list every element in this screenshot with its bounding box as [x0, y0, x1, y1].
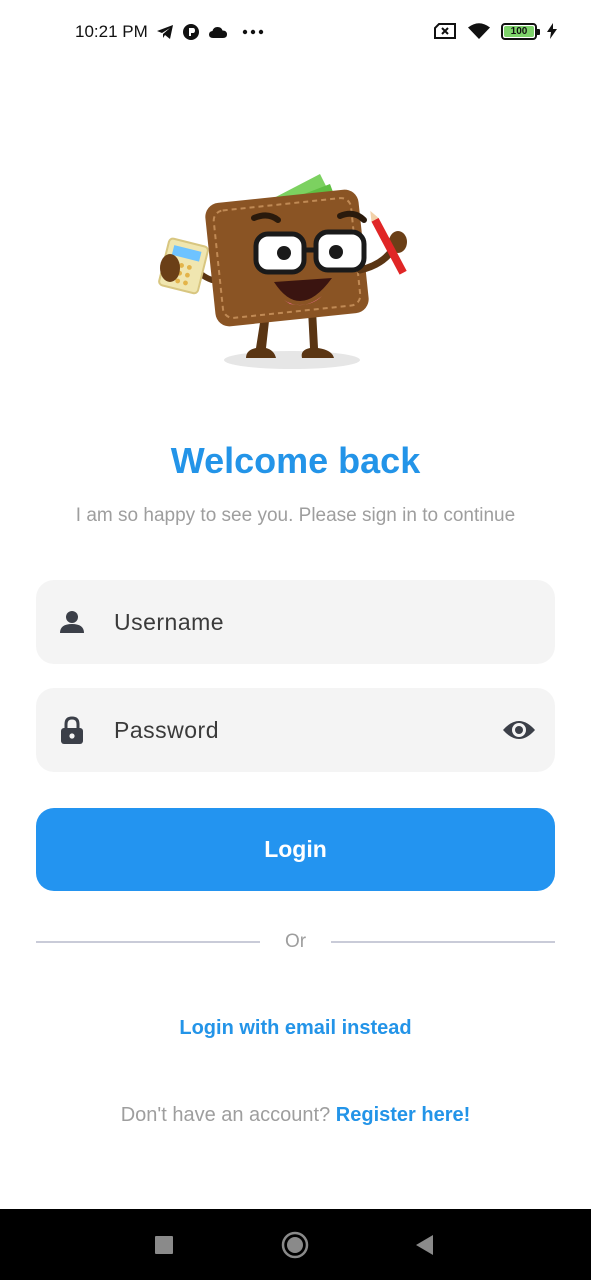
home-button[interactable] — [265, 1209, 325, 1280]
cloud-icon — [208, 27, 227, 38]
page-title: Welcome back — [170, 440, 421, 481]
system-nav-bar — [0, 1209, 591, 1280]
wifi-icon — [468, 23, 490, 39]
notification-app-icon — [182, 24, 199, 40]
eye-icon[interactable] — [501, 716, 537, 744]
telegram-icon — [156, 25, 173, 39]
home-circle-icon — [281, 1231, 309, 1258]
charging-icon — [547, 23, 557, 39]
page-subtitle: I am so happy to see you. Please sign in… — [75, 505, 516, 526]
divider-label: Or — [284, 931, 307, 952]
lock-icon — [61, 716, 83, 744]
wallet-mascot-illustration — [158, 174, 407, 369]
login-with-email-link[interactable]: Login with email instead — [0, 1017, 591, 1040]
register-row: Don't have an account? Register here! — [0, 1104, 591, 1127]
status-time: 10:21 PM — [75, 22, 148, 41]
more-dots-icon — [242, 29, 263, 35]
divider-line-right — [331, 941, 555, 943]
divider-line-left — [36, 941, 260, 943]
password-input[interactable] — [114, 688, 494, 772]
status-right: 100 — [433, 22, 557, 40]
battery-level: 100 — [504, 25, 534, 37]
username-field[interactable] — [36, 580, 555, 664]
register-link[interactable]: Register here! — [336, 1104, 471, 1126]
back-triangle-icon — [416, 1234, 433, 1255]
no-sim-icon — [434, 23, 456, 39]
battery-icon: 100 — [501, 22, 540, 40]
back-button[interactable] — [394, 1209, 454, 1280]
person-icon — [60, 611, 84, 633]
status-bar: 10:21 PM 100 — [0, 0, 591, 68]
username-input[interactable] — [114, 580, 494, 664]
register-prompt: Don't have an account? — [120, 1104, 331, 1126]
status-left: 10:21 PM — [75, 22, 264, 42]
password-field[interactable] — [36, 688, 555, 772]
login-button[interactable]: Login — [36, 808, 555, 891]
recents-button[interactable] — [134, 1209, 194, 1280]
recents-square-icon — [155, 1235, 173, 1254]
